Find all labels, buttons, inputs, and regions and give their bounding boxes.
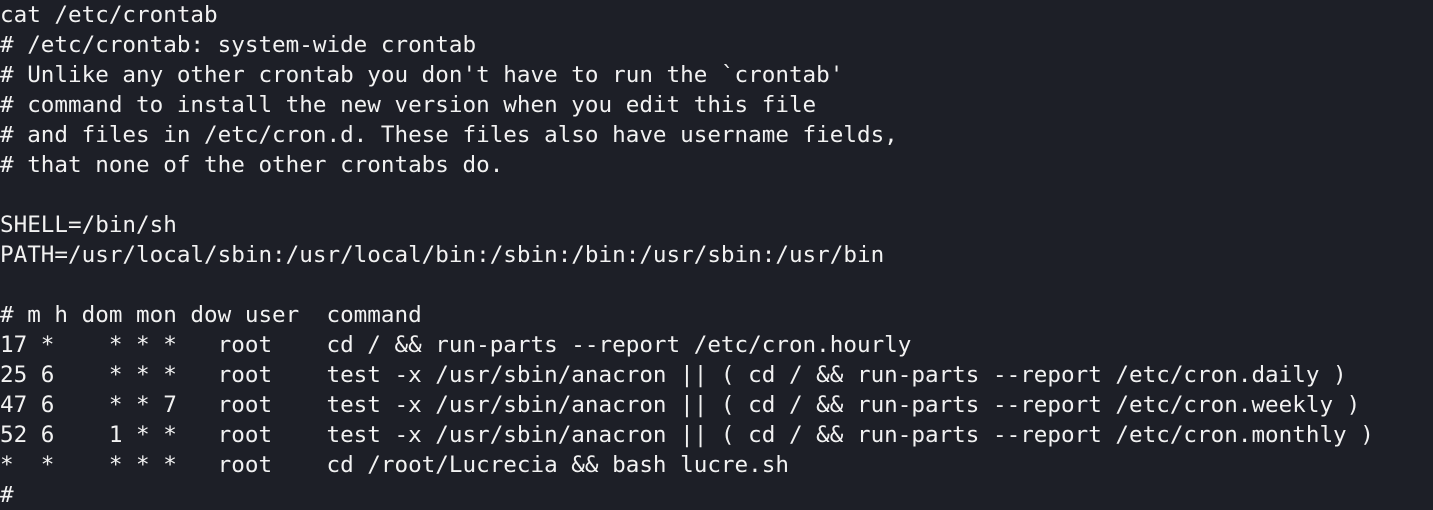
crontab-entry-hourly: 17 * * * * root cd / && run-parts --repo…: [0, 332, 912, 358]
comment-line: # and files in /etc/cron.d. These files …: [0, 122, 898, 148]
comment-line: # Unlike any other crontab you don't hav…: [0, 62, 844, 88]
command-line: cat /etc/crontab: [0, 2, 218, 28]
crontab-entry-monthly: 52 6 1 * * root test -x /usr/sbin/anacro…: [0, 422, 1374, 448]
crontab-header-line: # m h dom mon dow user command: [0, 302, 422, 328]
comment-line: #: [0, 482, 14, 508]
comment-line: # command to install the new version whe…: [0, 92, 817, 118]
shell-variable-line: SHELL=/bin/sh: [0, 212, 177, 238]
comment-line: # that none of the other crontabs do.: [0, 152, 504, 178]
crontab-entry-daily: 25 6 * * * root test -x /usr/sbin/anacro…: [0, 362, 1347, 388]
comment-line: # /etc/crontab: system-wide crontab: [0, 32, 477, 58]
terminal-output[interactable]: cat /etc/crontab # /etc/crontab: system-…: [0, 0, 1433, 508]
path-variable-line: PATH=/usr/local/sbin:/usr/local/bin:/sbi…: [0, 242, 885, 268]
crontab-entry-lucrecia: * * * * * root cd /root/Lucrecia && bash…: [0, 452, 789, 478]
crontab-entry-weekly: 47 6 * * 7 root test -x /usr/sbin/anacro…: [0, 392, 1361, 418]
